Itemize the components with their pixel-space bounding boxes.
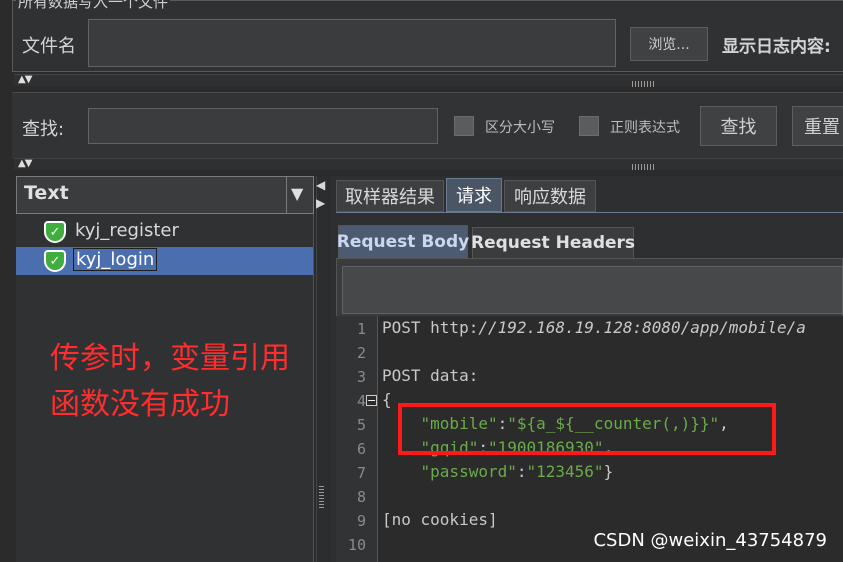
code-line: {: [382, 390, 392, 409]
line-number: 1: [356, 320, 366, 338]
tab-underline: [336, 212, 843, 213]
find-input[interactable]: [88, 108, 438, 144]
find-button[interactable]: 查找: [700, 106, 777, 146]
code-token: "123456": [526, 462, 604, 481]
find-label: 查找:: [22, 119, 65, 140]
grip-handle-icon[interactable]: [319, 486, 324, 510]
tab-sampler-result[interactable]: 取样器结果: [336, 180, 444, 212]
fold-toggle-icon[interactable]: −: [366, 395, 377, 406]
tab-response-data[interactable]: 响应数据: [504, 180, 596, 212]
code-line: [no cookies]: [382, 510, 498, 529]
grip-handle-icon[interactable]: [632, 81, 656, 87]
split-divider-top[interactable]: [14, 74, 843, 86]
filename-label: 文件名: [22, 36, 76, 57]
file-panel-title: 所有数据写入一个文件: [16, 0, 171, 12]
dropdown-arrow-icon[interactable]: ▼: [291, 184, 303, 203]
code-token: //192.168.19.128:8080/app/mobile/a: [478, 318, 806, 337]
line-number: 7: [356, 464, 366, 482]
annotation-line-2: 函数没有成功: [50, 387, 230, 422]
log-content-label: 显示日志内容:: [722, 37, 831, 57]
browse-button[interactable]: 浏览...: [630, 27, 708, 61]
tree-item-label: kyj_login: [73, 248, 158, 271]
watermark: CSDN @weixin_43754879: [593, 530, 827, 551]
filename-input[interactable]: [88, 19, 616, 67]
line-number: 8: [356, 488, 366, 506]
subtab-request-body[interactable]: Request Body: [337, 225, 469, 259]
collapse-arrows-icon[interactable]: ▲▼: [18, 158, 54, 170]
request-search-box[interactable]: [342, 266, 843, 314]
annotation-line-1: 传参时，变量引用: [50, 341, 290, 376]
code-token: POST http:: [382, 318, 479, 337]
success-shield-icon: ✓: [44, 221, 66, 243]
code-line: POST data:: [382, 366, 478, 385]
line-number: 10: [347, 536, 366, 554]
line-number: 6: [356, 440, 366, 458]
code-line: POST http://192.168.19.128:8080/app/mobi…: [382, 318, 806, 337]
line-number: 4: [356, 392, 366, 410]
collapse-left-icon[interactable]: ◀: [316, 178, 325, 192]
tree-item-label: kyj_register: [75, 220, 179, 241]
tab-request[interactable]: 请求: [446, 178, 502, 212]
code-token: POST data:: [382, 366, 479, 385]
regex-label: 正则表达式: [610, 120, 680, 136]
line-number: 3: [356, 368, 366, 386]
grip-handle-icon[interactable]: [632, 164, 656, 170]
subtab-request-headers[interactable]: Request Headers: [471, 227, 635, 259]
code-token: "password": [420, 462, 517, 481]
line-number: 2: [356, 344, 366, 362]
expand-right-icon[interactable]: ▶: [316, 196, 325, 210]
code-token: {: [382, 390, 392, 409]
code-token: }: [603, 462, 614, 481]
highlight-box: [398, 403, 776, 455]
renderer-select-value: Text: [24, 182, 69, 204]
regex-checkbox[interactable]: [579, 116, 599, 136]
code-line: "password":"123456"}: [382, 462, 614, 481]
renderer-select-separator: [286, 177, 287, 213]
case-sensitive-label: 区分大小写: [485, 120, 555, 136]
success-shield-icon: ✓: [44, 250, 66, 272]
line-number: 5: [356, 416, 366, 434]
reset-button[interactable]: 重置: [792, 106, 843, 146]
split-divider-middle[interactable]: [14, 158, 843, 170]
line-number: 9: [356, 512, 366, 530]
code-token: :: [516, 462, 527, 481]
code-token: [no cookies]: [382, 510, 498, 529]
collapse-arrows-icon[interactable]: ▲▼: [18, 74, 54, 86]
case-sensitive-checkbox[interactable]: [454, 116, 474, 136]
